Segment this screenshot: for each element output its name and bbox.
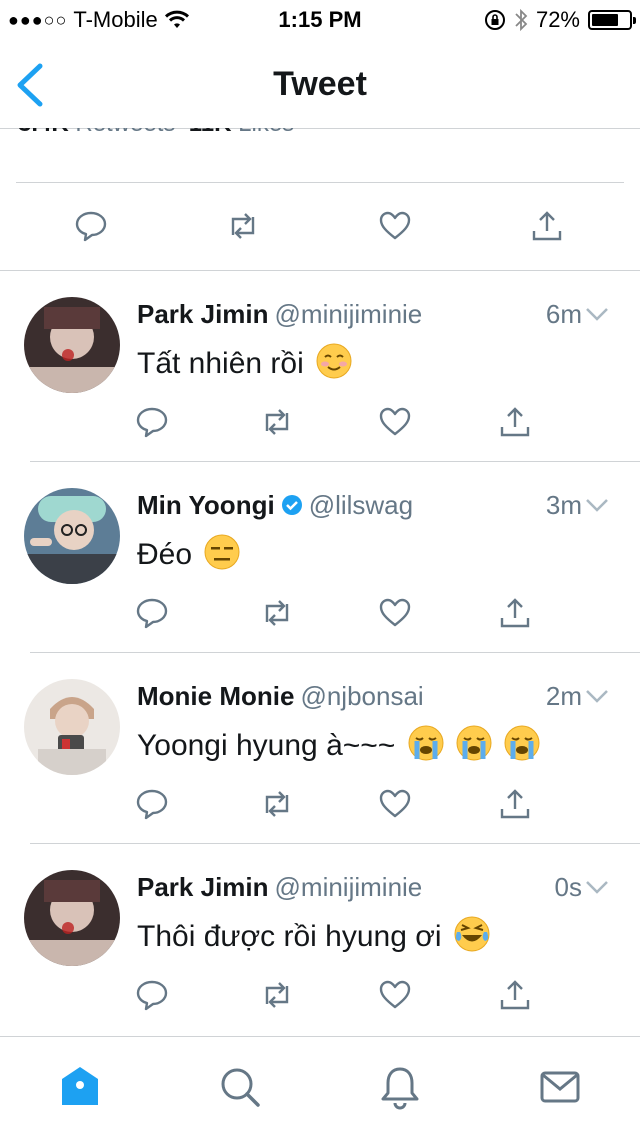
bluetooth-icon bbox=[514, 8, 528, 32]
reply-button[interactable] bbox=[135, 596, 169, 630]
retweet-icon bbox=[265, 600, 289, 626]
crying-face-icon bbox=[456, 725, 492, 761]
reply-tweet[interactable]: Min Yoongi @lilswag 3m Đéo bbox=[0, 462, 640, 653]
crying-face-icon bbox=[504, 725, 540, 761]
author-name[interactable]: Monie Monie @njbonsai bbox=[137, 681, 424, 712]
more-options-button[interactable] bbox=[584, 876, 610, 898]
reply-tweet[interactable]: Park Jimin @minijiminie 0s Thôi được rồi … bbox=[0, 844, 640, 1036]
tweet-text: Đéo bbox=[137, 534, 240, 572]
search-icon bbox=[221, 1068, 260, 1107]
orientation-lock-icon bbox=[484, 9, 506, 31]
verified-badge-icon bbox=[281, 494, 303, 516]
heart-icon bbox=[379, 598, 411, 627]
tweet-time: 2m bbox=[545, 681, 582, 711]
author-handle: @minijiminie bbox=[274, 872, 423, 902]
like-button[interactable] bbox=[378, 787, 412, 821]
author-handle: @lilswag bbox=[308, 490, 414, 520]
retweet-button[interactable] bbox=[260, 405, 294, 439]
more-options-button[interactable] bbox=[584, 685, 610, 707]
share-button[interactable] bbox=[498, 405, 532, 439]
retweet-icon bbox=[231, 213, 255, 239]
share-button[interactable] bbox=[530, 209, 564, 243]
battery-icon bbox=[588, 10, 636, 30]
retweet-button[interactable] bbox=[260, 596, 294, 630]
like-button[interactable] bbox=[378, 209, 412, 243]
tab-notifications[interactable] bbox=[376, 1063, 424, 1111]
reply-tweet[interactable]: Park Jimin @minijiminie 6m Tất nhiên rồi bbox=[0, 271, 640, 462]
retweet-button[interactable] bbox=[226, 209, 260, 243]
share-button[interactable] bbox=[498, 596, 532, 630]
tears-of-joy-icon bbox=[454, 916, 490, 952]
like-button[interactable] bbox=[378, 405, 412, 439]
more-options-button[interactable] bbox=[584, 303, 610, 325]
reply-tweet[interactable]: Monie Monie @njbonsai 2m Yoongi hyung à~~… bbox=[0, 653, 640, 844]
page-title: Tweet bbox=[273, 65, 367, 103]
crying-face-icon bbox=[408, 725, 444, 761]
smiling-face-icon bbox=[316, 343, 352, 379]
tab-messages[interactable] bbox=[536, 1063, 584, 1111]
notifications-icon bbox=[381, 1067, 419, 1110]
heart-icon bbox=[379, 980, 411, 1009]
heart-icon bbox=[379, 211, 411, 240]
retweet-button[interactable] bbox=[260, 787, 294, 821]
avatar[interactable] bbox=[24, 870, 120, 966]
reply-icon bbox=[75, 211, 107, 242]
tab-search[interactable] bbox=[216, 1063, 264, 1111]
home-icon bbox=[62, 1067, 98, 1105]
like-button[interactable] bbox=[378, 596, 412, 630]
share-icon bbox=[532, 211, 562, 241]
avatar[interactable] bbox=[24, 679, 120, 775]
tweet-text: Thôi được rồi hyung ơi bbox=[137, 916, 490, 954]
share-icon bbox=[500, 407, 530, 437]
retweet-button[interactable] bbox=[260, 978, 294, 1012]
tweet-text: Tất nhiên rồi bbox=[137, 343, 352, 381]
retweet-icon bbox=[265, 982, 289, 1008]
expressionless-face-icon bbox=[204, 534, 240, 570]
retweet-icon bbox=[265, 791, 289, 817]
more-options-button[interactable] bbox=[584, 494, 610, 516]
chevron-down-icon bbox=[586, 690, 608, 703]
nav-bar: Tweet bbox=[0, 40, 640, 129]
author-handle: @njbonsai bbox=[300, 681, 424, 711]
tweet-text: Yoongi hyung à~~~ bbox=[137, 725, 540, 763]
chevron-down-icon bbox=[586, 308, 608, 321]
tab-bar bbox=[0, 1036, 640, 1137]
avatar[interactable] bbox=[24, 488, 120, 584]
device-status: 72% bbox=[484, 7, 636, 33]
like-button[interactable] bbox=[378, 978, 412, 1012]
chevron-down-icon bbox=[586, 499, 608, 512]
share-button[interactable] bbox=[498, 787, 532, 821]
tab-home[interactable] bbox=[56, 1063, 104, 1111]
share-icon bbox=[500, 598, 530, 628]
main-tweet-actions bbox=[16, 182, 624, 271]
author-handle: @minijiminie bbox=[274, 299, 423, 329]
battery-percent: 72% bbox=[535, 7, 580, 32]
reply-icon bbox=[136, 980, 168, 1011]
retweet-icon bbox=[265, 409, 289, 435]
reply-icon bbox=[136, 407, 168, 438]
author-name[interactable]: Min Yoongi @lilswag bbox=[137, 490, 413, 521]
author-name[interactable]: Park Jimin @minijiminie bbox=[137, 872, 422, 903]
share-icon bbox=[500, 980, 530, 1010]
tweet-time: 0s bbox=[554, 872, 582, 902]
status-bar: ●●●○○ T-Mobile 1:15 PM 72% bbox=[0, 0, 640, 40]
share-button[interactable] bbox=[498, 978, 532, 1012]
author-name[interactable]: Park Jimin @minijiminie bbox=[137, 299, 422, 330]
reply-button[interactable] bbox=[135, 405, 169, 439]
share-icon bbox=[500, 789, 530, 819]
chevron-down-icon bbox=[586, 881, 608, 894]
reply-icon bbox=[136, 789, 168, 820]
heart-icon bbox=[379, 407, 411, 436]
reply-button[interactable] bbox=[135, 787, 169, 821]
reply-button[interactable] bbox=[74, 209, 108, 243]
tweet-time: 6m bbox=[545, 299, 582, 329]
messages-icon bbox=[540, 1071, 580, 1103]
avatar[interactable] bbox=[24, 297, 120, 393]
reply-button[interactable] bbox=[135, 978, 169, 1012]
heart-icon bbox=[379, 789, 411, 818]
reply-icon bbox=[136, 598, 168, 629]
tweet-time: 3m bbox=[545, 490, 582, 520]
